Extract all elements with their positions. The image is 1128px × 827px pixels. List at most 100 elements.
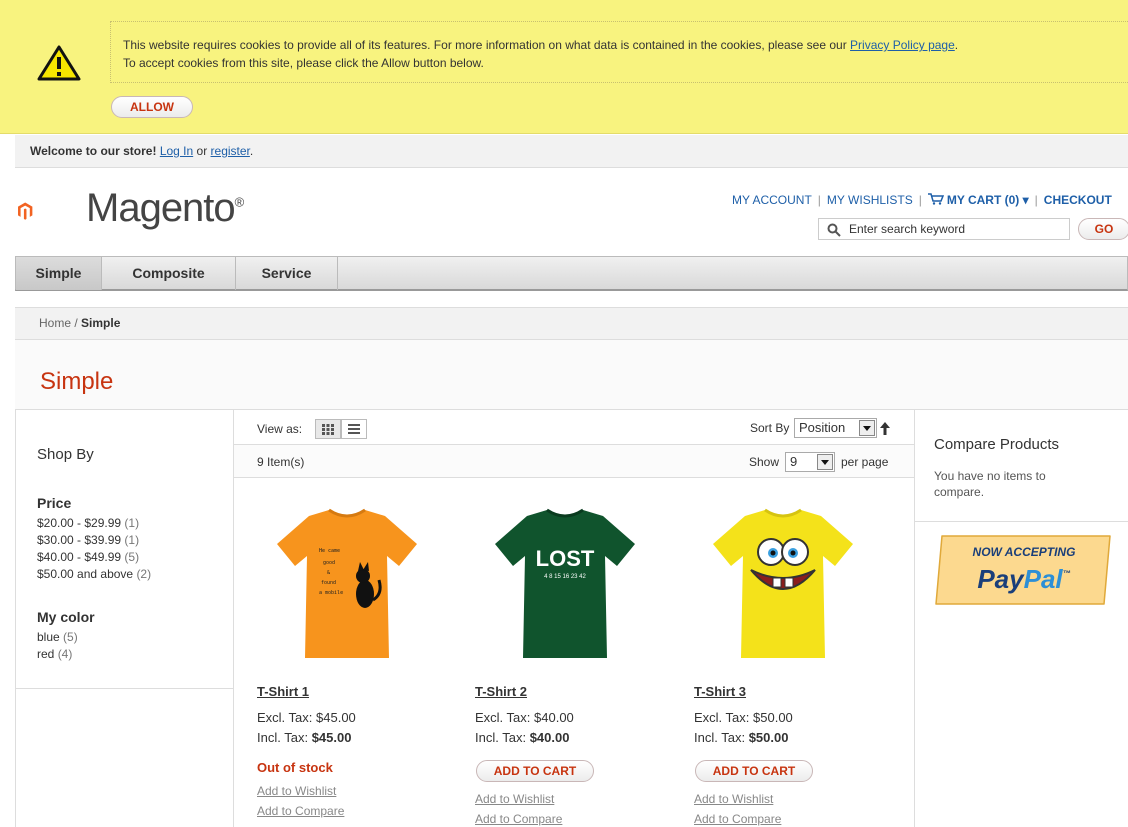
price-filter-item[interactable]: $30.00 - $39.99 (1) xyxy=(37,533,139,547)
breadcrumb-separator: / xyxy=(71,316,82,330)
items-count: 9 Item(s) xyxy=(257,455,305,469)
my-cart-link[interactable]: MY CART (0) ▾ xyxy=(947,193,1029,207)
price-incl-tax: Incl. Tax: $45.00 xyxy=(257,730,352,745)
link-separator: | xyxy=(817,193,821,207)
per-page-label: per page xyxy=(841,455,889,469)
main-nav: Simple Composite Service xyxy=(15,256,1128,291)
list-icon xyxy=(348,424,360,434)
page-title: Simple xyxy=(40,368,114,395)
list-view-button[interactable] xyxy=(341,419,367,439)
add-to-cart-button[interactable]: ADD TO CART xyxy=(695,760,813,782)
logo-text: Magento® xyxy=(86,186,244,231)
product-image[interactable]: He came good & found a mobile xyxy=(257,508,437,668)
add-to-wishlist-link[interactable]: Add to Wishlist xyxy=(257,784,336,798)
privacy-policy-link[interactable]: Privacy Policy page xyxy=(850,38,955,52)
my-wishlists-link[interactable]: MY WISHLISTS xyxy=(827,193,913,207)
search-input[interactable] xyxy=(849,221,1065,237)
right-sidebar: Compare Products You have no items to co… xyxy=(914,410,1128,827)
limit-select[interactable]: 9 xyxy=(785,452,835,472)
my-account-link[interactable]: MY ACCOUNT xyxy=(732,193,812,207)
svg-text:LOST: LOST xyxy=(536,546,595,571)
toolbar-top: View as: Sort By Position xyxy=(234,410,914,444)
sort-direction-icon[interactable] xyxy=(880,422,890,435)
nav-item-service[interactable]: Service xyxy=(236,257,338,290)
add-to-wishlist-link[interactable]: Add to Wishlist xyxy=(475,792,554,806)
compare-products-title: Compare Products xyxy=(934,436,1060,453)
chevron-down-icon xyxy=(817,454,833,470)
price-excl-tax: Excl. Tax: $50.00 xyxy=(694,710,793,725)
layered-nav: Shop By Price $20.00 - $29.99 (1) $30.00… xyxy=(16,410,234,689)
svg-text:4 8 15 16 23 42: 4 8 15 16 23 42 xyxy=(544,574,586,580)
nav-item-composite[interactable]: Composite xyxy=(102,257,236,290)
link-separator: | xyxy=(918,193,922,207)
sort-by-value: Position xyxy=(799,420,846,435)
show-label: Show xyxy=(749,455,780,469)
limit-value: 9 xyxy=(790,454,798,469)
svg-text:He came: He came xyxy=(319,548,340,554)
warning-icon xyxy=(37,45,81,81)
search-icon xyxy=(827,223,841,237)
svg-text:good: good xyxy=(323,560,335,566)
svg-text:&: & xyxy=(327,570,330,576)
breadcrumb: Home / Simple xyxy=(15,307,1128,340)
cookie-notice: This website requires cookies to provide… xyxy=(0,0,1128,134)
divider xyxy=(915,521,1128,522)
product-name-link[interactable]: T-Shirt 1 xyxy=(257,684,309,699)
svg-text:found: found xyxy=(321,580,336,586)
cookie-text-end: . xyxy=(954,38,959,52)
compare-empty-text: You have no items to compare. xyxy=(934,469,1046,499)
search-go-button[interactable]: GO xyxy=(1078,218,1128,240)
product-list-area: View as: Sort By Position 9 Item(s) Show… xyxy=(234,410,914,827)
add-to-compare-link[interactable]: Add to Compare xyxy=(257,804,344,818)
paypal-banner[interactable]: NOW ACCEPTING PayPal™ xyxy=(934,534,1114,606)
color-filter-item[interactable]: red (4) xyxy=(37,647,72,661)
page-title-area: Simple xyxy=(15,340,1128,410)
sort-by-label: Sort By xyxy=(750,421,790,435)
paypal-wordmark: PayPal™ xyxy=(977,564,1070,594)
checkout-link[interactable]: CHECKOUT xyxy=(1044,193,1112,207)
price-excl-tax: Excl. Tax: $40.00 xyxy=(475,710,574,725)
paypal-accepting-text: NOW ACCEPTING xyxy=(973,545,1076,559)
price-filter-item[interactable]: $40.00 - $49.99 (5) xyxy=(37,550,139,564)
grid-view-button[interactable] xyxy=(315,419,341,439)
magento-logo-icon[interactable] xyxy=(17,176,81,246)
out-of-stock-label: Out of stock xyxy=(257,760,333,775)
price-filter-heading: Price xyxy=(37,495,72,511)
register-link[interactable]: register xyxy=(211,144,250,158)
shop-by-title: Shop By xyxy=(37,446,94,463)
link-separator: | xyxy=(1034,193,1038,207)
add-to-cart-button[interactable]: ADD TO CART xyxy=(476,760,594,782)
svg-text:a mobile: a mobile xyxy=(319,590,343,596)
welcome-or: or xyxy=(193,144,211,158)
add-to-wishlist-link[interactable]: Add to Wishlist xyxy=(694,792,773,806)
cart-icon xyxy=(927,193,944,205)
grid-icon xyxy=(322,424,334,435)
login-link[interactable]: Log In xyxy=(160,144,193,158)
sort-by-select[interactable]: Position xyxy=(794,418,877,438)
add-to-compare-link[interactable]: Add to Compare xyxy=(694,812,781,826)
add-to-compare-link[interactable]: Add to Compare xyxy=(475,812,562,826)
price-filter-item[interactable]: $50.00 and above (2) xyxy=(37,567,151,581)
product-name-link[interactable]: T-Shirt 3 xyxy=(694,684,746,699)
product-name-link[interactable]: T-Shirt 2 xyxy=(475,684,527,699)
nav-item-simple[interactable]: Simple xyxy=(16,257,102,290)
price-excl-tax: Excl. Tax: $45.00 xyxy=(257,710,356,725)
color-filter-heading: My color xyxy=(37,609,95,625)
toolbar-pager: 9 Item(s) Show 9 per page xyxy=(234,444,914,478)
allow-cookies-button[interactable]: ALLOW xyxy=(111,96,193,118)
view-as-label: View as: xyxy=(257,422,303,436)
cookie-message-box: This website requires cookies to provide… xyxy=(110,21,1128,83)
breadcrumb-home[interactable]: Home xyxy=(39,316,71,330)
product-image[interactable] xyxy=(693,508,873,668)
price-filter-item[interactable]: $20.00 - $29.99 (1) xyxy=(37,516,139,530)
price-incl-tax: Incl. Tax: $50.00 xyxy=(694,730,789,745)
search-box xyxy=(818,218,1070,240)
color-filter-item[interactable]: blue (5) xyxy=(37,630,78,644)
cookie-message: This website requires cookies to provide… xyxy=(123,36,958,72)
welcome-end: . xyxy=(249,144,254,158)
logo-wordmark: Magento xyxy=(86,186,236,230)
product-image[interactable]: LOST 4 8 15 16 23 42 xyxy=(475,508,655,668)
welcome-message: Welcome to our store! xyxy=(30,144,157,158)
welcome-bar: Welcome to our store! Log In or register… xyxy=(15,135,1128,168)
left-sidebar: Shop By Price $20.00 - $29.99 (1) $30.00… xyxy=(15,410,234,827)
